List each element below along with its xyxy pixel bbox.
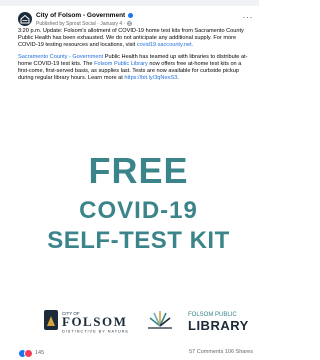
paragraph-1-text: 3:20 p.m. Update: Folsom's allotment of … — [18, 28, 244, 49]
reactions-summary[interactable]: 145 — [18, 348, 44, 358]
post-image[interactable]: FREE COVID-19 SELF-TEST KIT CITY OF FOLS… — [18, 110, 259, 347]
verified-badge-icon — [128, 12, 134, 18]
facebook-post: City of Folsom - Government Published by… — [0, 6, 259, 360]
page-name[interactable]: City of Folsom - Government — [36, 12, 134, 20]
page-avatar[interactable] — [18, 12, 32, 26]
paragraph-2-end: . — [177, 75, 179, 82]
post-paragraph-2: Sacramento County - Government Public He… — [18, 54, 253, 83]
post-body: 3:20 p.m. Update: Folsom's allotment of … — [18, 28, 253, 86]
book-fan-icon — [148, 311, 172, 329]
reaction-count[interactable]: 145 — [35, 350, 44, 356]
house-logo-icon — [20, 14, 30, 24]
page-name-text[interactable]: City of Folsom - Government — [36, 12, 125, 19]
folsom-logo-big: FOLSOM — [62, 314, 127, 329]
comments-shares-count[interactable]: 57 Comments 106 Shares — [189, 349, 253, 355]
folsom-logo-tagline: DISTINCTIVE BY NATURE — [62, 330, 129, 334]
post-meta: Published by Sprout Social · January 4 · — [36, 21, 132, 28]
post-footer: 145 57 Comments 106 Shares — [18, 348, 259, 360]
sacramento-county-link[interactable]: Sacramento County - Government — [18, 54, 103, 60]
globe-icon — [126, 21, 132, 26]
more-options-icon[interactable]: ··· — [243, 12, 254, 22]
post-meta-text: Published by Sprout Social · January 4 · — [36, 21, 126, 27]
love-reaction-icon — [24, 348, 33, 358]
post-paragraph-1: 3:20 p.m. Update: Folsom's allotment of … — [18, 28, 253, 50]
image-headline-free: FREE — [88, 150, 189, 191]
folsom-public-library-logo: FOLSOM PUBLIC LIBRARY — [148, 311, 249, 333]
city-of-folsom-logo: CITY OF FOLSOM DISTINCTIVE BY NATURE — [44, 310, 129, 334]
library-logo-big: LIBRARY — [188, 318, 249, 333]
image-headline-covid: COVID-19 — [79, 197, 198, 224]
covid19-saccounty-link[interactable]: covid19.saccounty.net. — [137, 42, 194, 48]
folsom-public-library-link[interactable]: Folsom Public Library — [94, 61, 148, 67]
image-headline-self-test-kit: SELF-TEST KIT — [47, 227, 230, 254]
bitly-link[interactable]: https://bit.ly/3qNexS3 — [124, 75, 177, 81]
